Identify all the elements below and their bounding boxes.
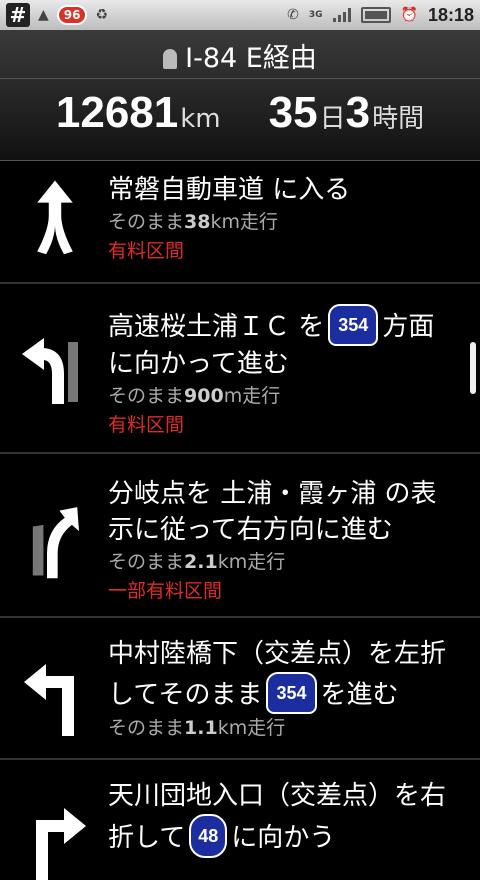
route-shield-48: 48 [189, 814, 228, 858]
notification-count-badge: 96 [56, 5, 88, 25]
navigation-icon: ▲ [38, 7, 49, 23]
step-instruction: 分岐点を 土浦・霞ヶ浦 の表示に従って右方向に進む [108, 479, 437, 545]
route-summary-header: I-84 E経由 12681km 35日3時間 [0, 30, 480, 161]
recycle-icon: ♻ [95, 7, 109, 23]
phone-icon: ✆ [287, 7, 299, 23]
merge-arrow-icon [37, 180, 73, 255]
directions-list[interactable]: 常磐自動車道 に入る そのまま38km走行 有料区間 高速桜土浦ＩＣ を 354 方… [0, 162, 480, 880]
network-type: 3G [308, 10, 323, 20]
toll-label: 有料区間 [108, 240, 185, 262]
hash-notification-icon: # [6, 3, 30, 27]
step-distance: そのまま1.1km走行 [108, 717, 286, 739]
toll-label: 有料区間 [108, 414, 185, 436]
step-instruction: 高速桜土浦ＩＣ を 354 方面に向かって進む [108, 304, 450, 382]
highway-icon [163, 49, 178, 69]
total-distance: 12681km [55, 88, 221, 137]
step-instruction: 天川団地入口（交差点）を右折して 48 に向かう [108, 778, 450, 858]
step-instruction: 中村陸橋下（交差点）を左折してそのまま 354 を進む [108, 636, 450, 714]
route-stats: 12681km 35日3時間 [0, 88, 480, 138]
route-shield-354: 354 [266, 672, 317, 714]
clock: 18:18 [427, 4, 474, 25]
header-divider [0, 78, 480, 79]
alarm-icon: ⏰ [400, 7, 418, 23]
route-shield-354: 354 [328, 304, 379, 346]
step-instruction: 常磐自動車道 に入る [108, 175, 351, 205]
battery-icon [360, 7, 391, 23]
total-duration: 35日3時間 [268, 88, 425, 137]
turn-left-arrow-icon [22, 338, 78, 404]
route-title: I-84 E経由 [0, 36, 480, 75]
turn-left-sharp-arrow-icon [24, 664, 74, 736]
direction-step[interactable]: 分岐点を 土浦・霞ヶ浦 の表示に従って右方向に進む そのまま2.1km走行 一部… [0, 454, 480, 618]
step-distance: そのまま900m走行 [108, 385, 281, 407]
fork-right-arrow-icon [32, 507, 79, 579]
direction-step[interactable]: 常磐自動車道 に入る そのまま38km走行 有料区間 [0, 162, 480, 284]
step-distance: そのまま2.1km走行 [108, 551, 286, 573]
direction-step[interactable]: 高速桜土浦ＩＣ を 354 方面に向かって進む そのまま900m走行 有料区間 [0, 284, 480, 454]
direction-step[interactable]: 天川団地入口（交差点）を右折して 48 に向かう [0, 760, 480, 880]
status-bar: # ▲ 96 ♻ ✆ 3G ⏰ 18:18 [0, 0, 480, 30]
signal-icon [332, 8, 351, 22]
scrollbar[interactable] [470, 342, 476, 394]
toll-label: 一部有料区間 [108, 580, 223, 602]
step-distance: そのまま38km走行 [108, 211, 278, 233]
turn-right-arrow-icon [36, 808, 86, 880]
direction-step[interactable]: 中村陸橋下（交差点）を左折してそのまま 354 を進む そのまま1.1km走行 [0, 618, 480, 760]
